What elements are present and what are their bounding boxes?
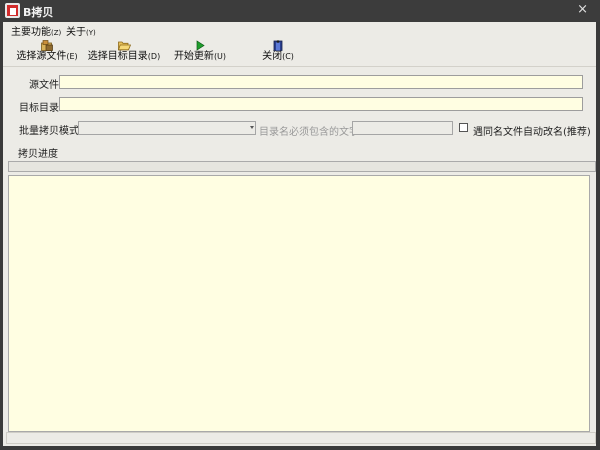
- exit-door-icon: [272, 40, 284, 51]
- source-file-label: 源文件: [29, 80, 59, 91]
- start-update-label: 开始更新(U): [173, 51, 227, 62]
- chevron-down-icon: [250, 126, 254, 129]
- choose-source-label: 选择源文件(E): [16, 51, 78, 62]
- dir-contains-label: 目录名必须包含的文字: [259, 127, 359, 138]
- choose-source-button[interactable]: 选择源文件(E): [13, 38, 81, 66]
- target-dir-label: 目标目录: [19, 103, 59, 114]
- client-area: 主要功能(Z) 关于(Y) 选择源文件(E) 选择目标目录(D) 开始更新(U)…: [3, 22, 596, 446]
- batch-mode-select[interactable]: [78, 121, 256, 135]
- title-bar[interactable]: B拷贝 ×: [0, 0, 600, 22]
- menu-main-functions[interactable]: 主要功能(Z): [11, 23, 61, 38]
- choose-target-dir-button[interactable]: 选择目标目录(D): [87, 38, 161, 66]
- batch-mode-label: 批量拷贝模式: [19, 126, 79, 137]
- close-label: 关闭(C): [262, 51, 294, 62]
- app-icon: [5, 3, 20, 18]
- log-output-area[interactable]: [8, 175, 590, 432]
- close-button[interactable]: 关闭(C): [258, 38, 298, 66]
- source-file-input[interactable]: [59, 75, 583, 89]
- package-folder-icon: [41, 40, 53, 51]
- auto-rename-label: 遇同名文件自动改名(推荐): [473, 127, 591, 138]
- menu-about[interactable]: 关于(Y): [66, 23, 96, 38]
- start-update-button[interactable]: 开始更新(U): [172, 38, 228, 66]
- app-window: B拷贝 × 主要功能(Z) 关于(Y) 选择源文件(E) 选择目标目录(D) 开…: [0, 0, 600, 450]
- close-icon[interactable]: ×: [577, 2, 588, 17]
- open-folder-icon: [117, 40, 132, 51]
- dir-contains-input[interactable]: [352, 121, 453, 135]
- copy-progress-bar: [8, 161, 596, 172]
- window-title: B拷贝: [23, 6, 54, 19]
- status-bar: [6, 432, 596, 444]
- toolbar: 选择源文件(E) 选择目标目录(D) 开始更新(U) 关闭(C): [3, 38, 596, 67]
- target-dir-input[interactable]: [59, 97, 583, 111]
- copy-progress-label: 拷贝进度: [18, 149, 58, 160]
- play-icon: [194, 40, 206, 51]
- auto-rename-checkbox[interactable]: [459, 123, 468, 132]
- menu-bar: 主要功能(Z) 关于(Y): [3, 22, 596, 38]
- choose-target-dir-label: 选择目标目录(D): [87, 51, 161, 62]
